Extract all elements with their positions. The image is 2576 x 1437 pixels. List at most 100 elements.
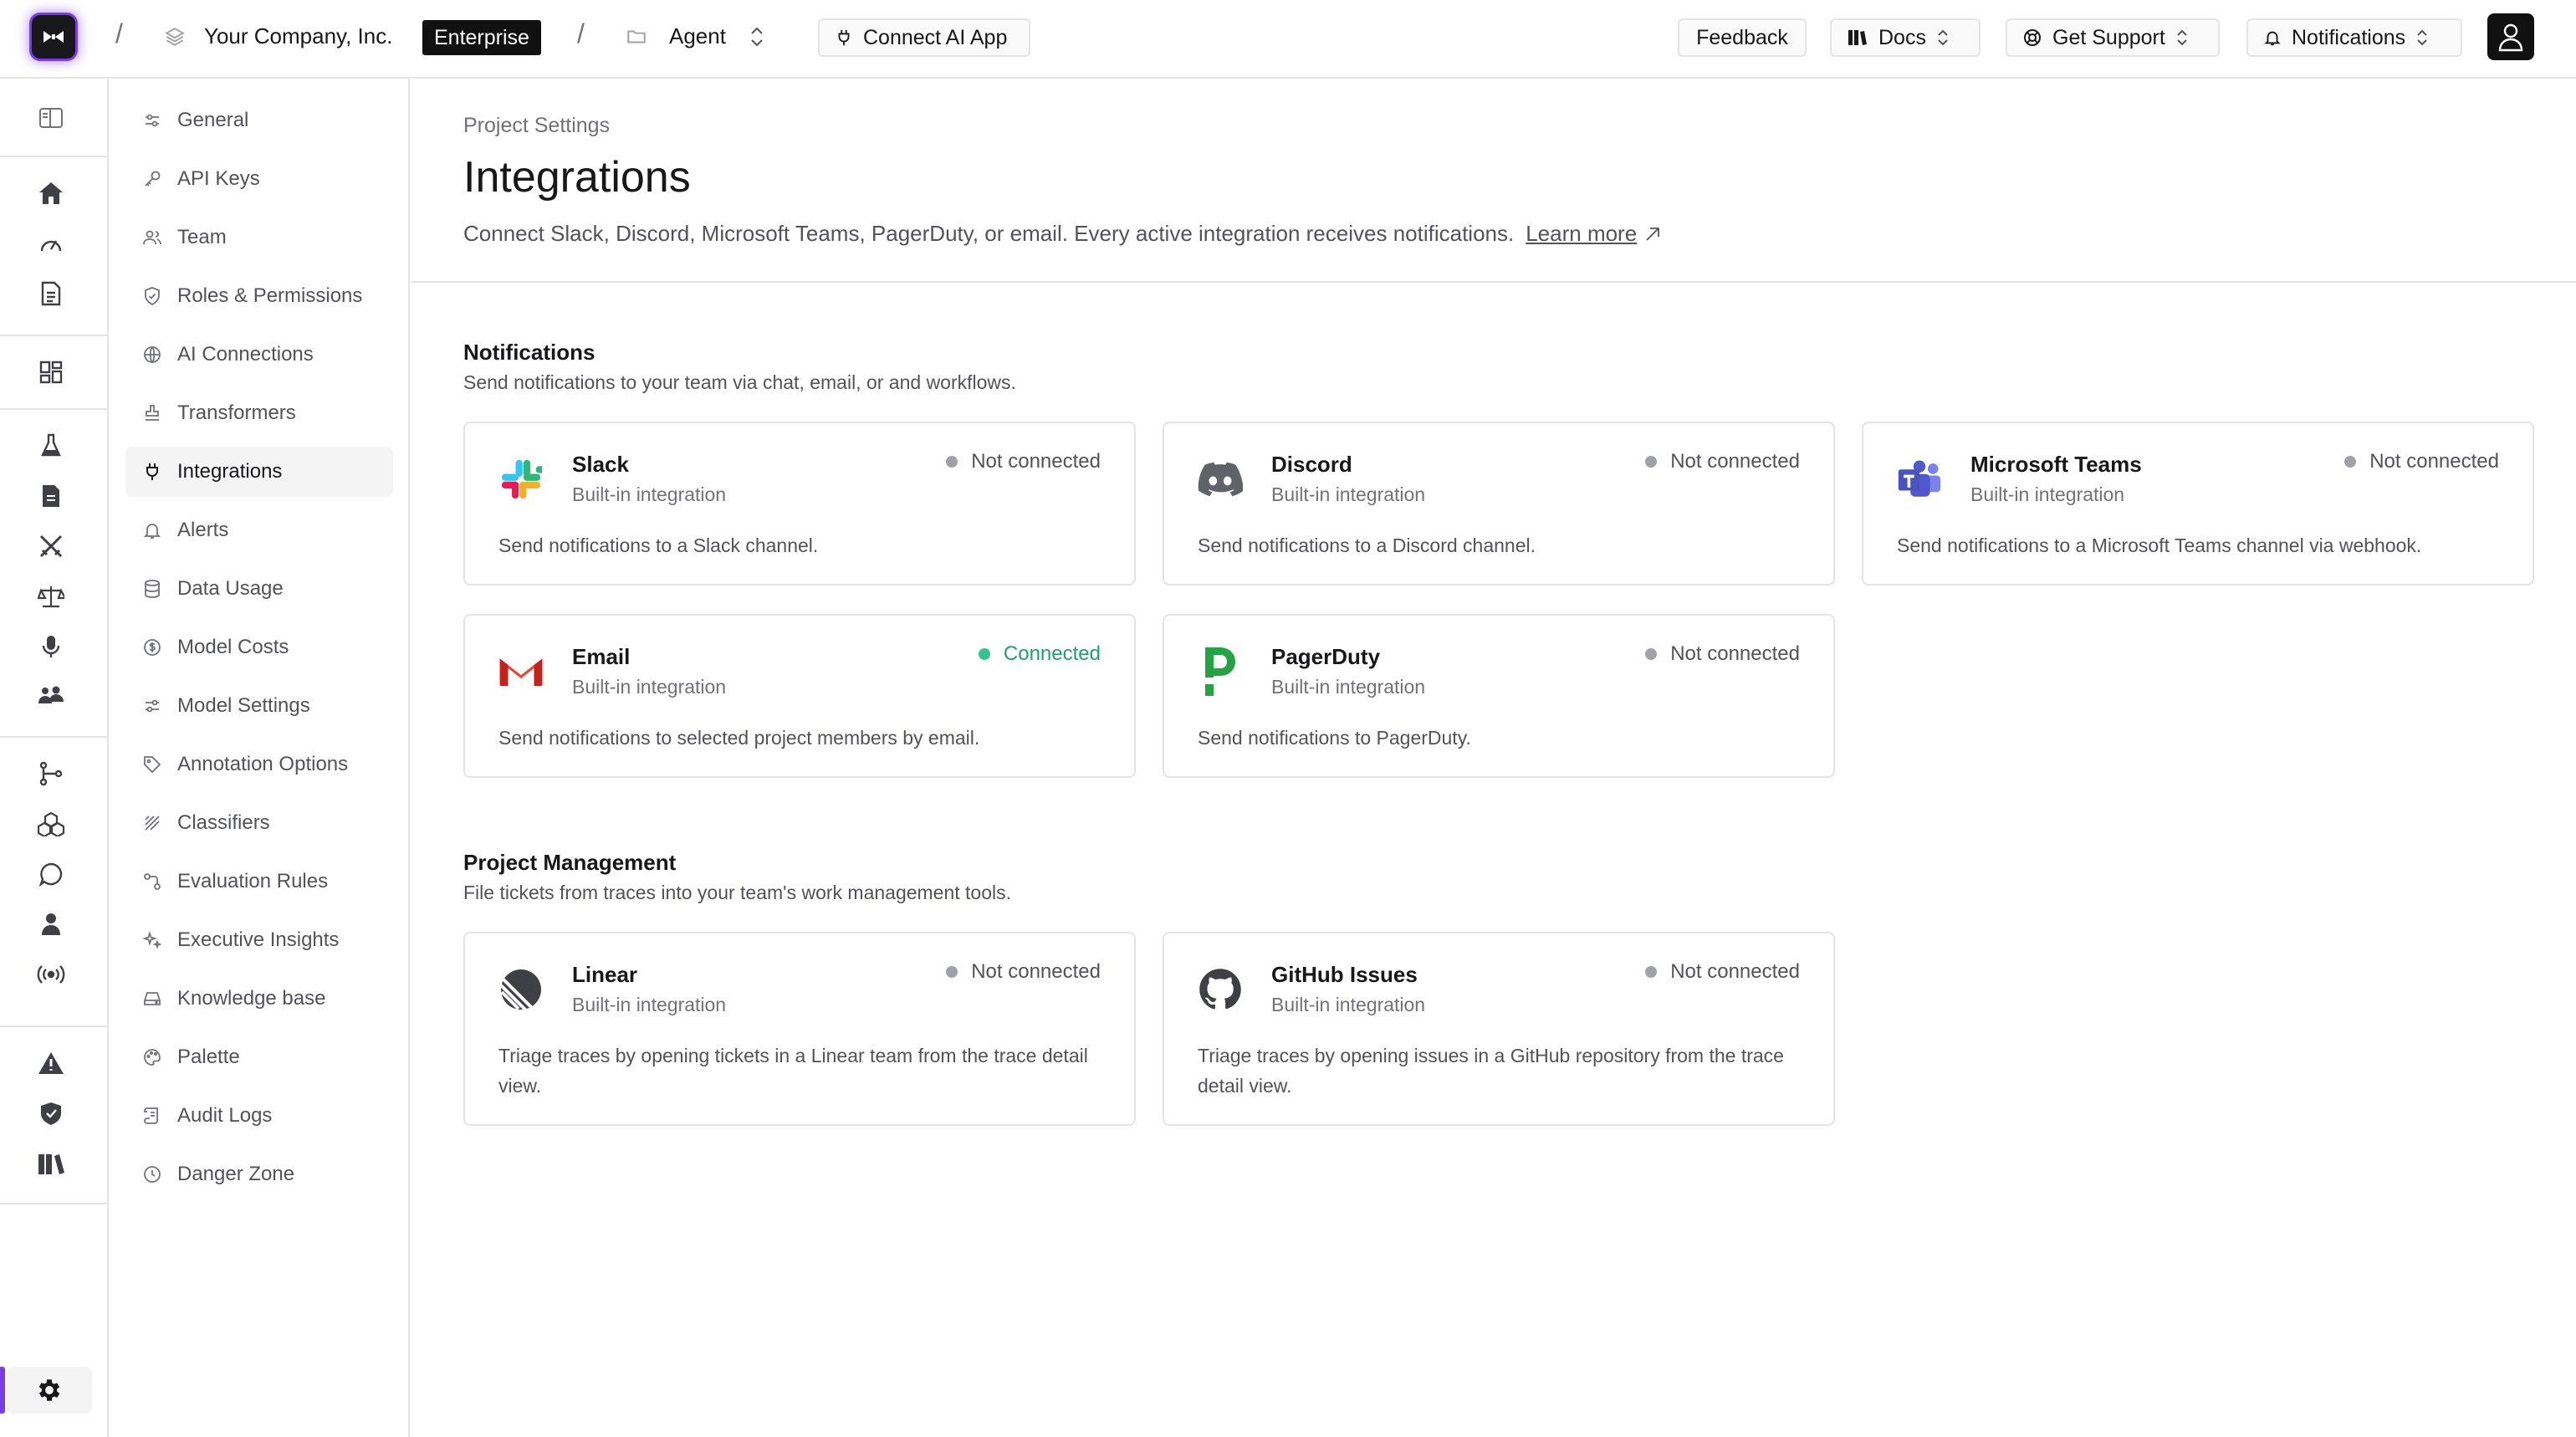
- microsoft-teams-logo-icon: [1897, 457, 1942, 502]
- file-icon[interactable]: [37, 482, 65, 510]
- org-name: Your Company, Inc.: [204, 23, 393, 49]
- nav-item-transformers[interactable]: Transformers: [125, 388, 393, 438]
- home-icon[interactable]: [37, 179, 65, 207]
- get-support-button[interactable]: Get Support: [2006, 18, 2220, 57]
- integration-card-pagerduty[interactable]: PagerDuty Built-in integration Not conne…: [1163, 614, 1835, 778]
- learn-more-link[interactable]: Learn more: [1526, 221, 1662, 247]
- integration-type: Built-in integration: [1271, 483, 1426, 505]
- status-badge: Not connected: [2344, 450, 2499, 473]
- integration-type: Built-in integration: [572, 483, 727, 505]
- page-title: Integrations: [463, 153, 691, 202]
- git-branch-icon[interactable]: [37, 759, 65, 788]
- plan-badge: Enterprise: [422, 20, 541, 55]
- project-switcher[interactable]: Agent: [626, 23, 766, 49]
- integration-description: Send notifications to a Microsoft Teams …: [1897, 534, 2422, 556]
- nav-item-executive-insights[interactable]: Executive Insights: [125, 915, 393, 965]
- integration-card-linear[interactable]: Linear Built-in integration Not connecte…: [463, 932, 1136, 1126]
- nav-item-api-keys[interactable]: API Keys: [125, 154, 393, 204]
- flask-icon[interactable]: [37, 432, 65, 460]
- slack-logo-icon: [498, 457, 544, 502]
- section-subtitle-notifications: Send notifications to your team via chat…: [463, 371, 1016, 393]
- integration-card-email[interactable]: Email Built-in integration Connected Sen…: [463, 614, 1136, 778]
- tag-icon: [144, 756, 161, 774]
- library-icon[interactable]: [37, 1149, 65, 1178]
- users-icon: [143, 230, 161, 245]
- sidebar-toggle-icon[interactable]: [37, 104, 65, 132]
- section-title-notifications: Notifications: [463, 340, 595, 365]
- cubes-icon[interactable]: [37, 810, 65, 838]
- integration-card-github-issues[interactable]: GitHub Issues Built-in integration Not c…: [1163, 932, 1835, 1126]
- scroll-icon: [144, 1107, 158, 1124]
- icon-rail: [0, 79, 109, 1437]
- nav-item-audit-logs[interactable]: Audit Logs: [125, 1091, 393, 1141]
- nav-item-data-usage[interactable]: Data Usage: [125, 564, 393, 614]
- nav-item-alerts[interactable]: Alerts: [125, 505, 393, 555]
- settings-icon[interactable]: [7, 1367, 92, 1414]
- nav-item-danger-zone[interactable]: Danger Zone: [125, 1149, 393, 1199]
- nav-item-classifiers[interactable]: Classifiers: [125, 798, 393, 848]
- integration-card-microsoft-teams[interactable]: Microsoft Teams Built-in integration Not…: [1862, 422, 2534, 586]
- broadcast-icon[interactable]: [37, 960, 65, 989]
- rail-divider: [0, 1025, 109, 1027]
- nav-item-ai-connections[interactable]: AI Connections: [125, 330, 393, 380]
- person-icon[interactable]: [37, 910, 65, 938]
- nav-item-label: Knowledge base: [177, 987, 326, 1010]
- chat-icon[interactable]: [37, 860, 65, 888]
- feedback-button[interactable]: Feedback: [1678, 18, 1807, 57]
- nav-item-integrations[interactable]: Integrations: [125, 447, 393, 497]
- integration-description: Send notifications to PagerDuty.: [1198, 727, 1471, 749]
- integration-name: GitHub Issues: [1271, 962, 1418, 987]
- shield-check-icon: [145, 287, 160, 306]
- nav-item-team[interactable]: Team: [125, 212, 393, 263]
- rail-divider: [0, 335, 109, 336]
- scale-icon[interactable]: [37, 582, 65, 611]
- nav-item-label: Annotation Options: [177, 753, 349, 775]
- app-logo[interactable]: [32, 15, 75, 59]
- nav-item-label: Evaluation Rules: [177, 870, 329, 892]
- status-label: Not connected: [1670, 960, 1800, 983]
- nav-item-label: Danger Zone: [177, 1163, 295, 1185]
- nav-item-label: Roles & Permissions: [177, 284, 363, 307]
- dashboard-icon[interactable]: [37, 358, 65, 386]
- nav-item-roles-permissions[interactable]: Roles & Permissions: [125, 271, 393, 321]
- integration-card-discord[interactable]: Discord Built-in integration Not connect…: [1163, 422, 1835, 586]
- nav-item-label: Model Settings: [177, 694, 310, 717]
- nav-item-evaluation-rules[interactable]: Evaluation Rules: [125, 857, 393, 907]
- user-avatar-button[interactable]: [2487, 13, 2534, 60]
- nav-item-model-costs[interactable]: Model Costs: [125, 622, 393, 672]
- nav-item-knowledge-base[interactable]: Knowledge base: [125, 974, 393, 1024]
- plug-icon: [146, 463, 158, 480]
- alert-icon[interactable]: [37, 1049, 65, 1077]
- docs-button[interactable]: Docs: [1830, 18, 1981, 57]
- microphone-icon[interactable]: [37, 632, 65, 661]
- integration-description: Triage traces by opening issues in a Git…: [1198, 1045, 1784, 1097]
- shield-icon[interactable]: [37, 1099, 65, 1128]
- chevron-up-down-icon: [2417, 29, 2427, 46]
- nav-item-palette[interactable]: Palette: [125, 1032, 393, 1082]
- integration-type: Built-in integration: [1271, 676, 1426, 698]
- header-divider: [411, 281, 2576, 283]
- nav-item-annotation-options[interactable]: Annotation Options: [125, 739, 393, 790]
- external-link-icon: [1646, 227, 1660, 241]
- integration-type: Built-in integration: [1271, 994, 1426, 1015]
- integration-name: Microsoft Teams: [1970, 452, 2142, 477]
- key-icon: [145, 171, 161, 187]
- folder-icon: [627, 30, 646, 43]
- nav-item-label: General: [177, 109, 249, 131]
- integration-card-slack[interactable]: Slack Built-in integration Not connected…: [463, 422, 1136, 586]
- nav-item-general[interactable]: General: [125, 95, 393, 146]
- status-label: Connected: [1003, 642, 1101, 665]
- users-group-icon[interactable]: [37, 683, 65, 711]
- swords-icon[interactable]: [37, 532, 65, 560]
- document-icon[interactable]: [37, 279, 65, 308]
- connect-ai-app-label: Connect AI App: [863, 25, 1008, 49]
- nav-item-model-settings[interactable]: Model Settings: [125, 681, 393, 731]
- breadcrumb-separator: /: [577, 18, 585, 49]
- org-switcher[interactable]: Your Company, Inc.: [164, 23, 392, 49]
- section-subtitle-project-management: File tickets from traces into your team'…: [463, 882, 1012, 903]
- gauge-icon[interactable]: [37, 229, 65, 258]
- connect-ai-app-button[interactable]: Connect AI App: [818, 18, 1030, 57]
- breadcrumb: Project Settings: [463, 114, 611, 137]
- notifications-button[interactable]: Notifications: [2246, 18, 2462, 57]
- section-title-project-management: Project Management: [463, 850, 677, 875]
